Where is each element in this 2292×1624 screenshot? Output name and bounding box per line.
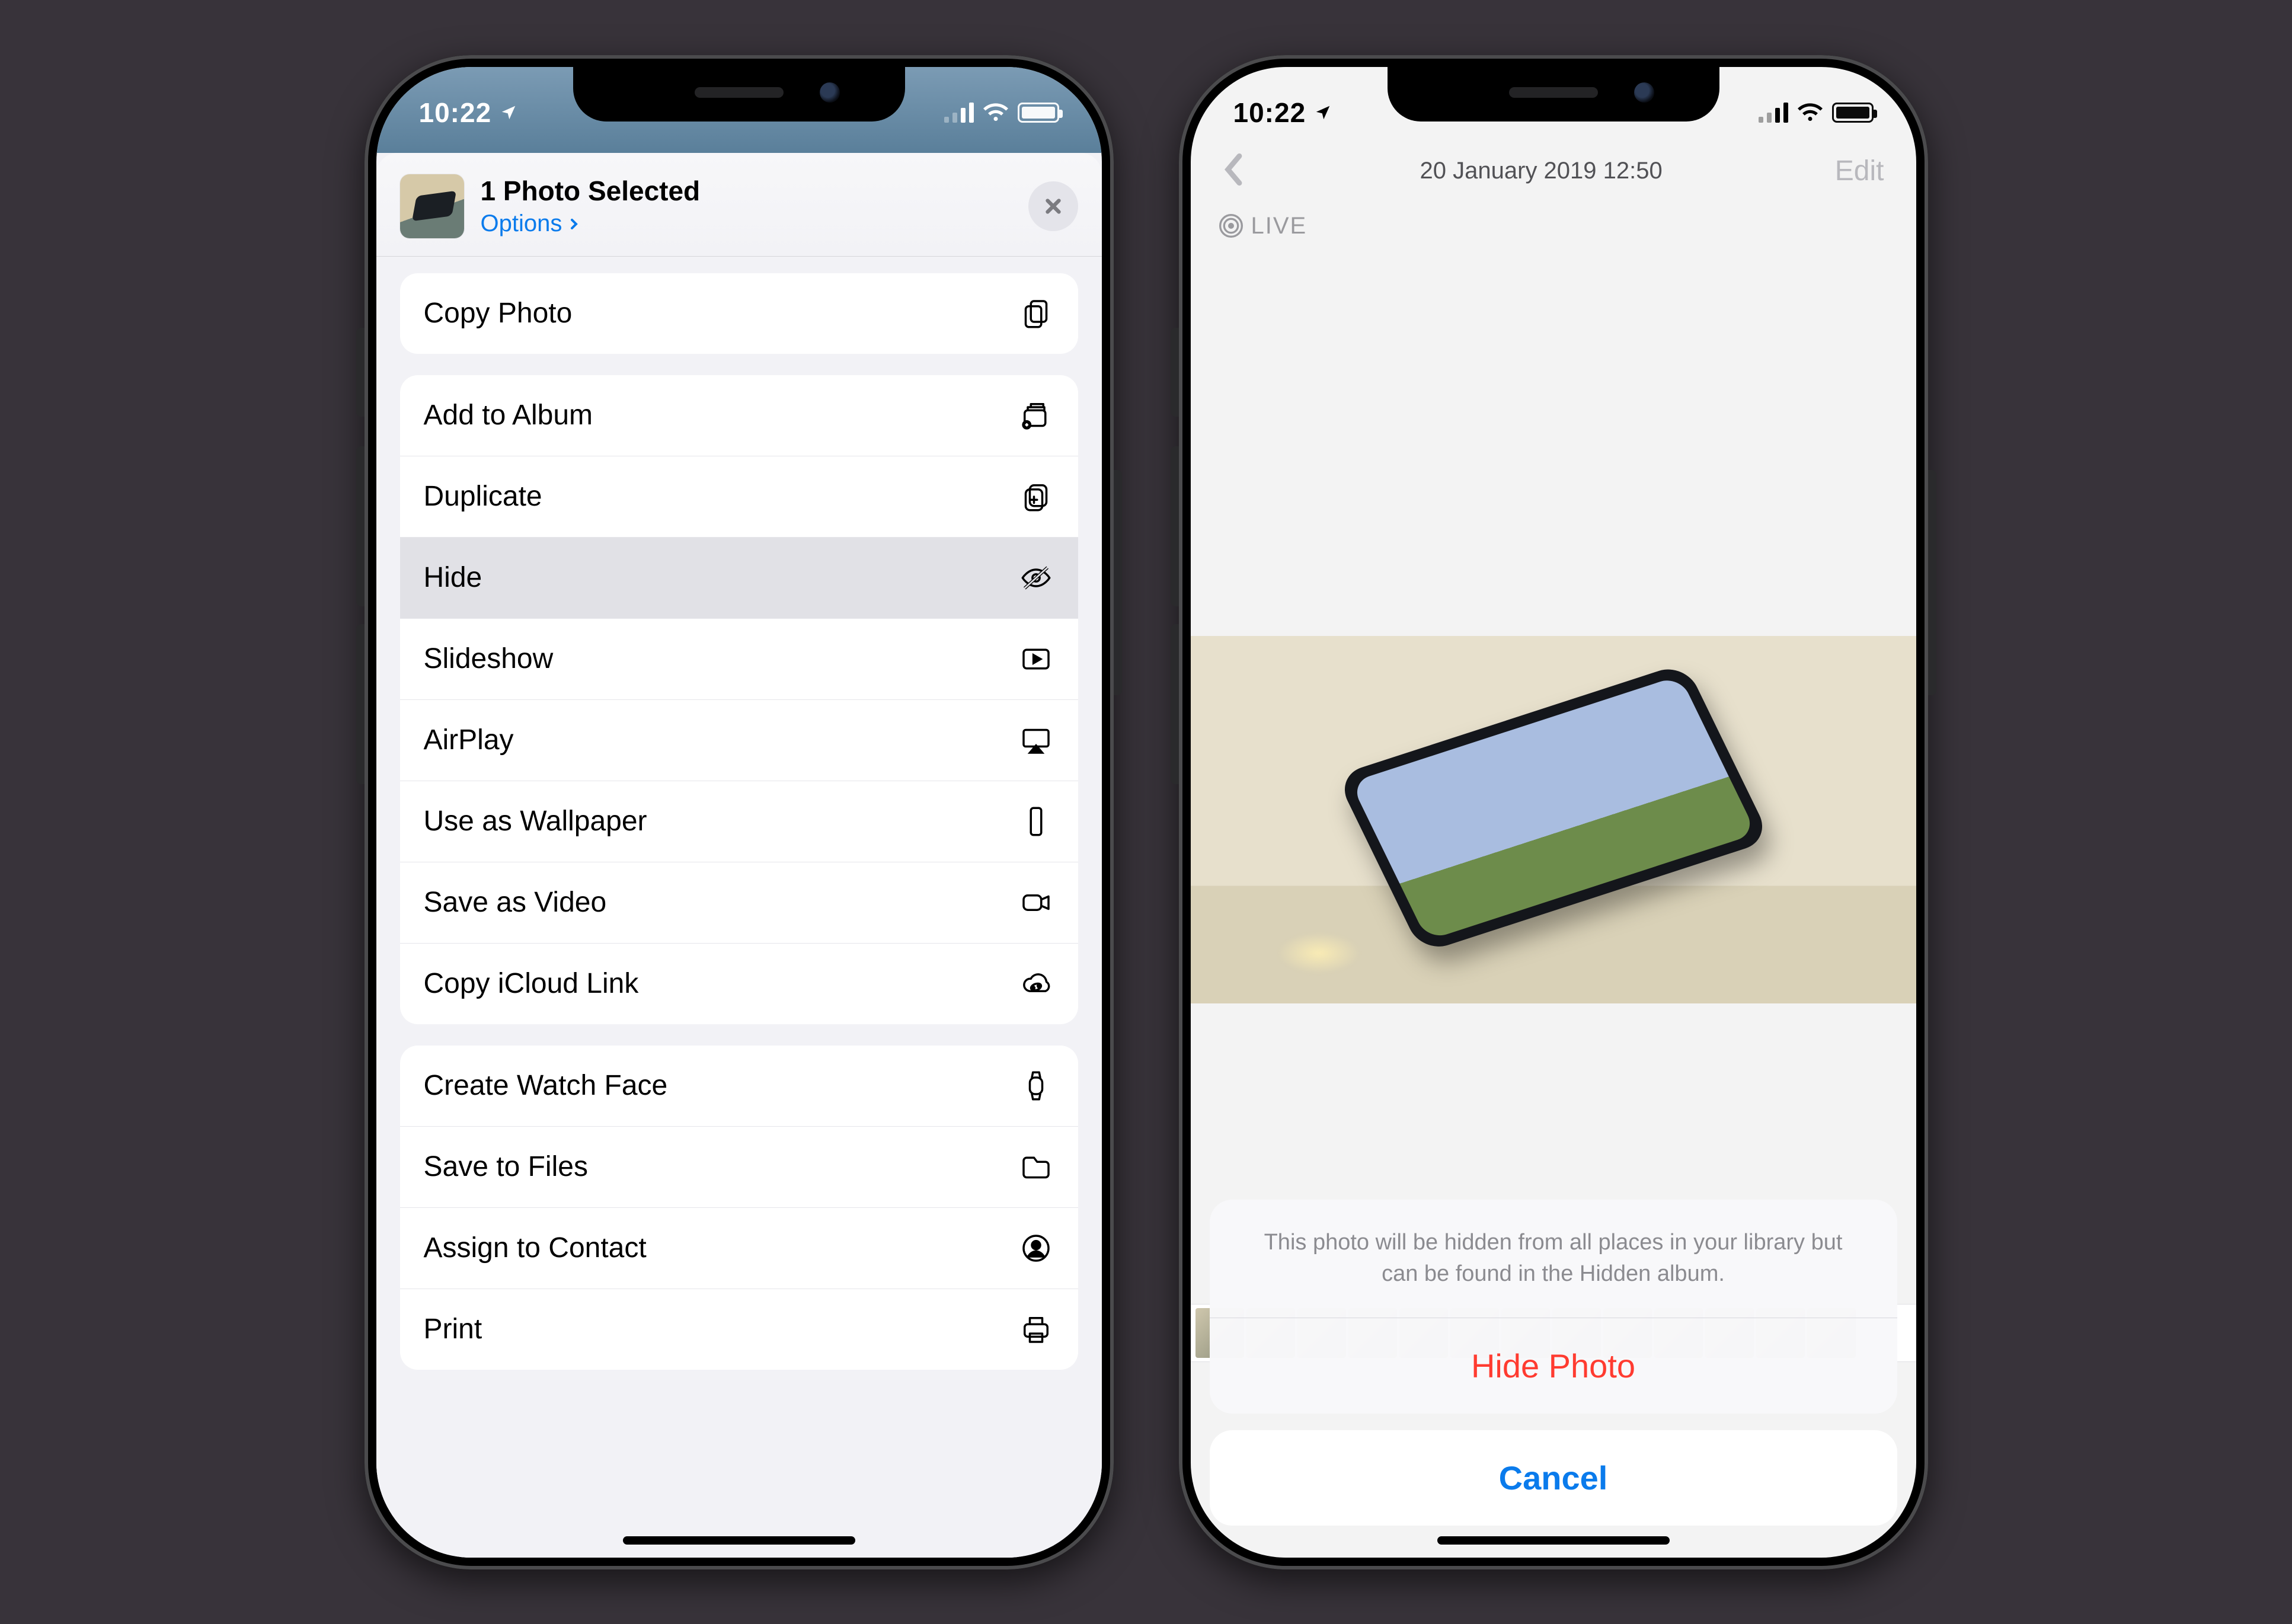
action-label: Use as Wallpaper bbox=[424, 805, 647, 837]
photo-date-title: 20 January 2019 12:50 bbox=[1248, 158, 1835, 184]
action-copy-photo[interactable]: Copy Photo bbox=[400, 273, 1078, 354]
options-label: Options bbox=[481, 210, 562, 237]
action-assign[interactable]: Assign to Contact bbox=[400, 1207, 1078, 1289]
copy-icon bbox=[1018, 297, 1054, 330]
wifi-icon bbox=[1798, 100, 1823, 125]
live-badge: LIVE bbox=[1219, 213, 1308, 239]
battery-icon bbox=[1018, 103, 1059, 123]
action-save-files[interactable]: Save to Files bbox=[400, 1126, 1078, 1207]
edit-button[interactable]: Edit bbox=[1835, 155, 1884, 187]
selected-photo-thumb[interactable] bbox=[400, 174, 464, 238]
status-time: 10:22 bbox=[419, 97, 492, 129]
location-icon bbox=[500, 104, 517, 122]
action-label: Add to Album bbox=[424, 399, 593, 431]
location-icon bbox=[1314, 104, 1332, 122]
action-label: Slideshow bbox=[424, 642, 554, 675]
options-link[interactable]: Options bbox=[481, 210, 701, 237]
eyeoff-icon bbox=[1018, 561, 1054, 594]
action-duplicate[interactable]: Duplicate bbox=[400, 456, 1078, 537]
phone-right: 10:22 20 January 2019 12:50 Edit bbox=[1179, 55, 1928, 1569]
photo-nav-bar: 20 January 2019 12:50 Edit bbox=[1191, 139, 1916, 203]
dup-icon bbox=[1018, 480, 1054, 513]
action-label: Assign to Contact bbox=[424, 1232, 647, 1264]
share-header: 1 Photo Selected Options bbox=[376, 153, 1102, 257]
action-add-album[interactable]: Add to Album bbox=[400, 375, 1078, 456]
share-title: 1 Photo Selected bbox=[481, 175, 701, 207]
device-notch bbox=[1388, 67, 1719, 122]
home-indicator[interactable] bbox=[623, 1536, 855, 1545]
action-sheet-message: This photo will be hidden from all place… bbox=[1210, 1200, 1897, 1318]
cancel-button[interactable]: Cancel bbox=[1210, 1430, 1897, 1526]
play-icon bbox=[1018, 642, 1054, 676]
video-icon bbox=[1018, 886, 1054, 919]
action-hide[interactable]: Hide bbox=[400, 537, 1078, 618]
status-time: 10:22 bbox=[1233, 97, 1306, 129]
screen-share-sheet: 10:22 1 Photo Selected Options bbox=[376, 67, 1102, 1558]
action-label: Copy iCloud Link bbox=[424, 967, 639, 1000]
watch-icon bbox=[1018, 1069, 1054, 1102]
action-label: Create Watch Face bbox=[424, 1069, 668, 1102]
share-sheet: 1 Photo Selected Options Copy Photo Add t… bbox=[376, 153, 1102, 1558]
close-button[interactable] bbox=[1028, 181, 1078, 231]
action-print[interactable]: Print bbox=[400, 1289, 1078, 1370]
action-save-video[interactable]: Save as Video bbox=[400, 862, 1078, 943]
hide-photo-button[interactable]: Hide Photo bbox=[1210, 1318, 1897, 1414]
phone-left: 10:22 1 Photo Selected Options bbox=[365, 55, 1114, 1569]
screen-photo-viewer: 10:22 20 January 2019 12:50 Edit bbox=[1191, 67, 1916, 1558]
phone-icon bbox=[1018, 805, 1054, 838]
live-label: LIVE bbox=[1251, 213, 1308, 239]
album-icon bbox=[1018, 399, 1054, 432]
action-label: Hide bbox=[424, 561, 482, 594]
folder-icon bbox=[1018, 1150, 1054, 1184]
cloud-icon bbox=[1018, 967, 1054, 1000]
battery-icon bbox=[1832, 103, 1874, 123]
action-airplay[interactable]: AirPlay bbox=[400, 699, 1078, 781]
action-label: Copy Photo bbox=[424, 297, 573, 330]
action-sheet: This photo will be hidden from all place… bbox=[1210, 1200, 1897, 1525]
photo-viewport[interactable] bbox=[1191, 636, 1916, 1003]
wifi-icon bbox=[983, 100, 1008, 125]
home-indicator[interactable] bbox=[1437, 1536, 1670, 1545]
cell-signal-icon bbox=[944, 103, 974, 123]
contact-icon bbox=[1018, 1232, 1054, 1265]
action-icloud-link[interactable]: Copy iCloud Link bbox=[400, 943, 1078, 1024]
cell-signal-icon bbox=[1759, 103, 1788, 123]
action-slideshow[interactable]: Slideshow bbox=[400, 618, 1078, 699]
action-label: Save to Files bbox=[424, 1150, 588, 1183]
device-notch bbox=[573, 67, 905, 122]
action-label: Print bbox=[424, 1313, 482, 1345]
printer-icon bbox=[1018, 1313, 1054, 1346]
back-button[interactable] bbox=[1223, 152, 1248, 190]
action-label: Duplicate bbox=[424, 480, 542, 513]
action-label: AirPlay bbox=[424, 724, 514, 756]
action-wallpaper[interactable]: Use as Wallpaper bbox=[400, 781, 1078, 862]
action-label: Save as Video bbox=[424, 886, 607, 919]
share-action-list: Copy Photo Add to Album Duplicate Hide Slide… bbox=[376, 257, 1102, 1393]
action-watch-face[interactable]: Create Watch Face bbox=[400, 1046, 1078, 1126]
airplay-icon bbox=[1018, 724, 1054, 757]
